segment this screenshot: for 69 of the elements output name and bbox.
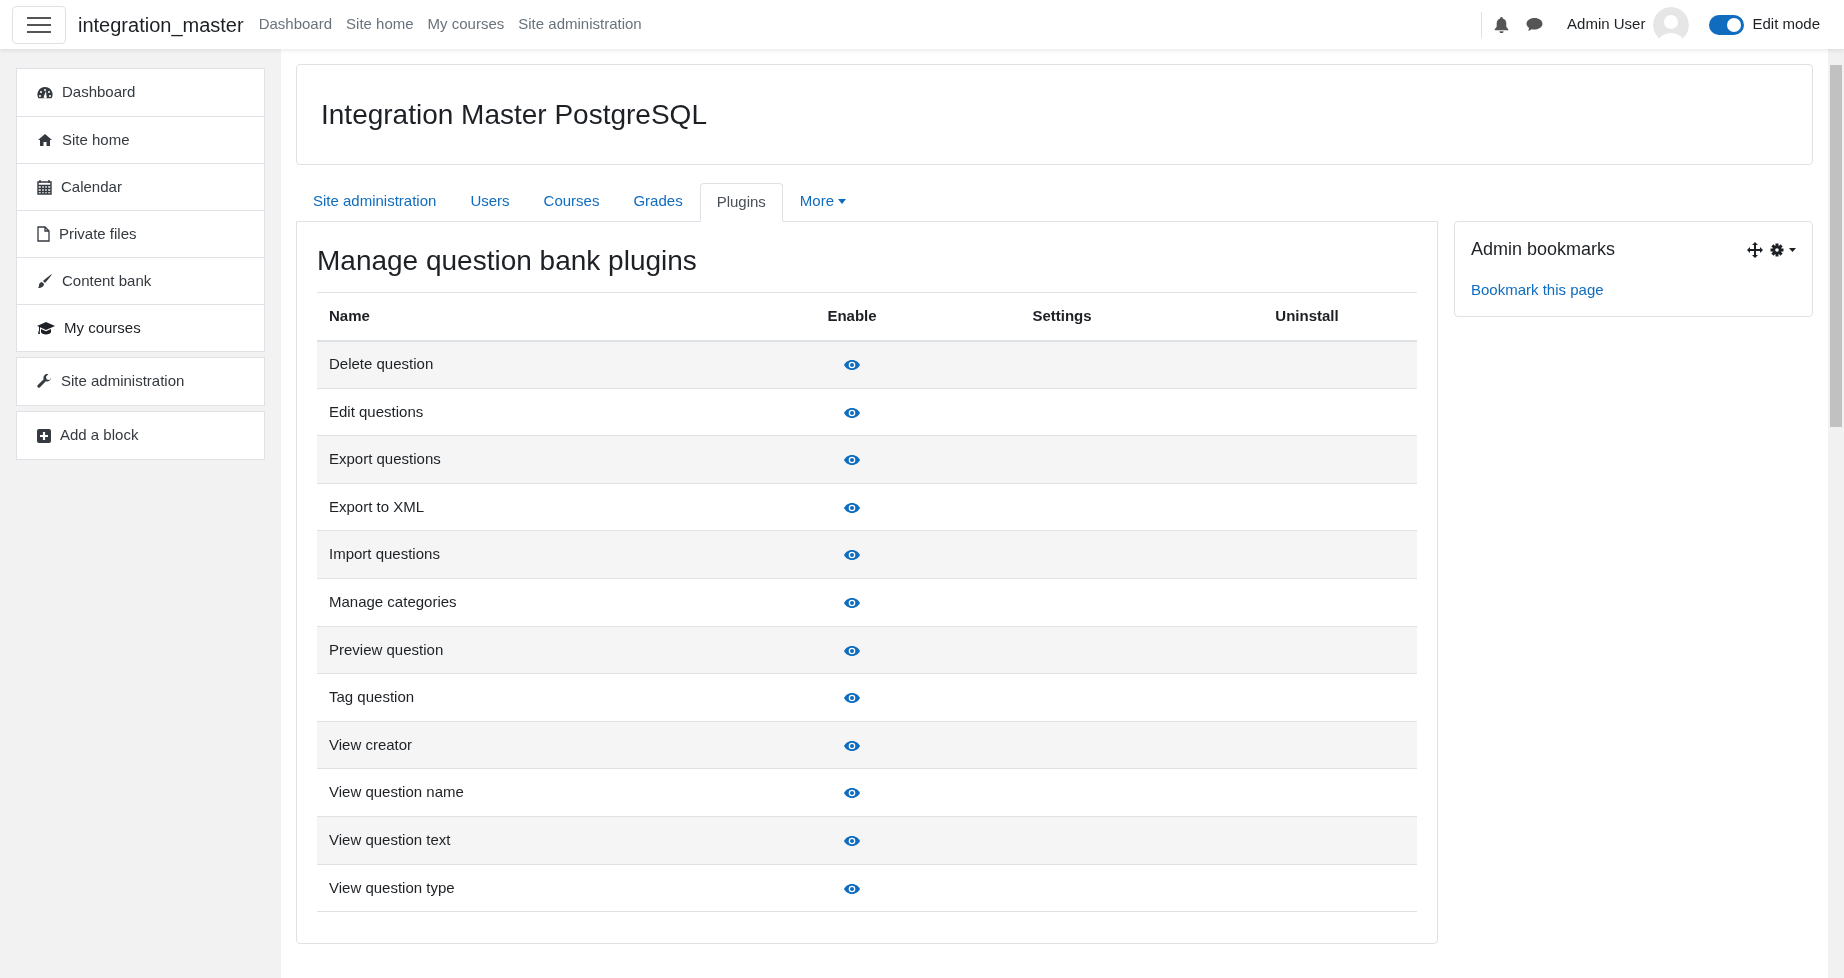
column-header: Name bbox=[317, 292, 777, 341]
eye-icon[interactable] bbox=[844, 739, 860, 752]
plugin-name: Import questions bbox=[317, 530, 777, 579]
plugin-name: View question name bbox=[317, 768, 777, 817]
sidebar-item[interactable]: Site home bbox=[17, 116, 264, 163]
plugin-name: Delete question bbox=[317, 340, 777, 389]
paintbrush-icon bbox=[37, 273, 53, 289]
graduation-cap-icon bbox=[37, 321, 55, 335]
bell-icon[interactable] bbox=[1494, 16, 1510, 33]
eye-icon[interactable] bbox=[844, 787, 860, 800]
sidebar-item[interactable]: Content bank bbox=[17, 257, 264, 304]
sidebar-item[interactable]: Private files bbox=[17, 210, 264, 257]
column-header: Uninstall bbox=[1197, 292, 1417, 341]
menu-icon bbox=[27, 15, 51, 34]
nav-link[interactable]: Site administration bbox=[511, 13, 649, 36]
eye-icon[interactable] bbox=[844, 406, 860, 419]
eye-icon[interactable] bbox=[844, 359, 860, 372]
column-header: Enable bbox=[777, 292, 927, 341]
plugin-name: Export to XML bbox=[317, 483, 777, 531]
tab[interactable]: Site administration bbox=[296, 182, 454, 221]
page-heading: Manage question bank plugins bbox=[317, 244, 698, 278]
block-title: Admin bookmarks bbox=[1471, 238, 1617, 261]
wrench-icon bbox=[37, 374, 52, 389]
plus-square-icon bbox=[37, 428, 51, 443]
plugin-name: Export questions bbox=[317, 435, 777, 484]
column-header: Settings bbox=[927, 292, 1197, 341]
bookmark-link[interactable]: Bookmark this page bbox=[1471, 279, 1604, 302]
plugin-name: View question text bbox=[317, 816, 777, 865]
menu-button[interactable] bbox=[12, 5, 66, 44]
page-title: Integration Master PostgreSQL bbox=[321, 97, 707, 132]
scrollbar[interactable] bbox=[1828, 49, 1844, 978]
calendar-icon bbox=[37, 179, 52, 195]
tab[interactable]: Grades bbox=[616, 182, 700, 221]
sidebar-item[interactable]: Dashboard bbox=[17, 69, 264, 116]
eye-icon[interactable] bbox=[844, 597, 860, 610]
plugin-name: Edit questions bbox=[317, 388, 777, 436]
sidebar-item[interactable]: Add a block bbox=[17, 412, 264, 459]
house-icon bbox=[37, 133, 53, 147]
move-icon[interactable] bbox=[1747, 241, 1763, 258]
gauge-icon bbox=[37, 85, 53, 100]
nav-link[interactable]: My courses bbox=[420, 13, 512, 36]
eye-icon[interactable] bbox=[844, 835, 860, 847]
eye-icon[interactable] bbox=[844, 882, 860, 895]
tab[interactable]: Plugins bbox=[699, 183, 783, 222]
sidebar-item[interactable]: Calendar bbox=[17, 163, 264, 210]
tab[interactable]: More bbox=[782, 182, 864, 221]
eye-icon[interactable] bbox=[844, 692, 860, 705]
gear-menu-icon[interactable] bbox=[1770, 242, 1796, 257]
tab[interactable]: Users bbox=[453, 182, 527, 221]
edit-mode-label: Edit mode bbox=[1752, 14, 1820, 35]
file-icon bbox=[37, 226, 50, 242]
plugin-name: Manage categories bbox=[317, 578, 777, 627]
nav-link[interactable]: Site home bbox=[339, 13, 421, 36]
plugin-name: View question type bbox=[317, 864, 777, 912]
eye-icon[interactable] bbox=[844, 644, 860, 657]
user-name[interactable]: Admin User bbox=[1567, 13, 1646, 36]
eye-icon[interactable] bbox=[844, 549, 860, 562]
tab[interactable]: Courses bbox=[526, 182, 617, 221]
eye-icon[interactable] bbox=[844, 501, 860, 514]
plugin-name: Tag question bbox=[317, 673, 777, 722]
sidebar-item[interactable]: Site administration bbox=[17, 358, 264, 405]
site-name[interactable]: integration_master bbox=[78, 9, 244, 40]
plugin-name: View creator bbox=[317, 721, 777, 769]
eye-icon[interactable] bbox=[844, 454, 860, 467]
chat-bubble-icon[interactable] bbox=[1526, 17, 1544, 32]
sidebar-item[interactable]: My courses bbox=[17, 304, 264, 351]
nav-link[interactable]: Dashboard bbox=[251, 13, 340, 36]
plugin-name: Preview question bbox=[317, 626, 777, 674]
edit-mode-toggle[interactable] bbox=[1709, 14, 1745, 35]
